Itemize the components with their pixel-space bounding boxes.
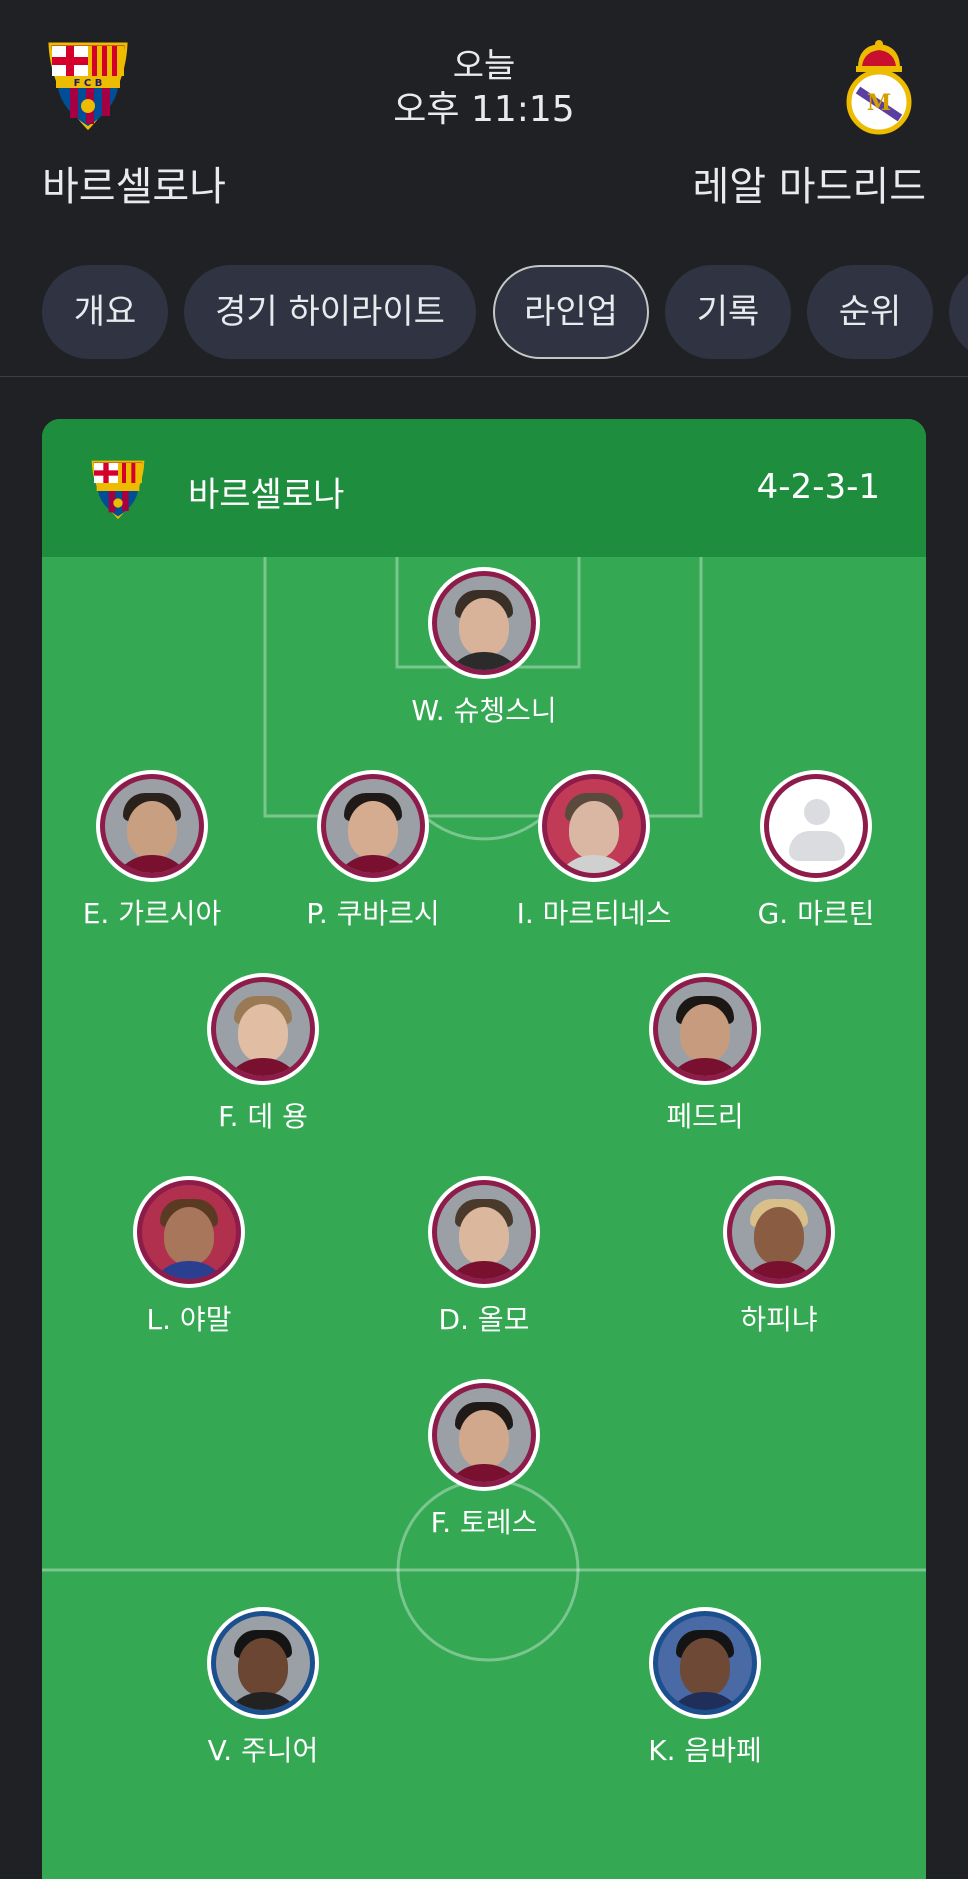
player-name: I. 마르티네스 (516, 897, 672, 930)
player-defender[interactable]: G. 마르틴 (686, 770, 926, 932)
player-placeholder-icon (760, 770, 872, 882)
player-attacking-midfielder[interactable]: 하피냐 (649, 1176, 909, 1338)
match-header: F C B 오늘 오후 11:15 M 바르셀로나 레알 마드리드 (0, 0, 968, 240)
away-team-name[interactable]: 레알 마드리드 (692, 154, 926, 212)
player-photo (207, 973, 319, 1085)
tab-standings[interactable]: 순위 (807, 265, 933, 359)
real-madrid-crest-icon[interactable]: M (844, 38, 914, 136)
tab-more[interactable] (949, 265, 968, 359)
player-photo (649, 1607, 761, 1719)
player-photo (133, 1176, 245, 1288)
player-name: V. 주니어 (207, 1734, 319, 1767)
player-name: G. 마르틴 (757, 897, 875, 930)
tab-lineup[interactable]: 라인업 (493, 265, 649, 359)
player-midfielder[interactable]: F. 데 용 (133, 973, 393, 1135)
player-name: D. 올모 (438, 1303, 530, 1336)
player-goalkeeper[interactable]: W. 슈쳉스니 (354, 567, 614, 729)
tab-match-highlights[interactable]: 경기 하이라이트 (184, 265, 476, 359)
player-name: 하피냐 (740, 1303, 818, 1336)
formation-label: 4-2-3-1 (756, 467, 880, 507)
player-photo (96, 770, 208, 882)
player-photo (723, 1176, 835, 1288)
player-defender[interactable]: I. 마르티네스 (464, 770, 724, 932)
player-opponent[interactable]: K. 음바페 (575, 1607, 835, 1769)
player-name: K. 음바페 (648, 1734, 762, 1767)
lineup-card-header: 바르셀로나 4-2-3-1 (42, 419, 926, 557)
player-photo (317, 770, 429, 882)
player-photo (649, 973, 761, 1085)
player-name: L. 야말 (146, 1303, 232, 1336)
player-midfielder[interactable]: 페드리 (575, 973, 835, 1135)
player-photo (538, 770, 650, 882)
lineup-team-name: 바르셀로나 (188, 475, 345, 515)
tab-overview[interactable]: 개요 (42, 265, 168, 359)
player-name: 페드리 (666, 1100, 744, 1133)
player-attacking-midfielder[interactable]: L. 야말 (59, 1176, 319, 1338)
player-opponent[interactable]: V. 주니어 (133, 1607, 393, 1769)
fc-barcelona-crest-icon (91, 460, 145, 519)
player-photo (207, 1607, 319, 1719)
player-attacking-midfielder[interactable]: D. 올모 (354, 1176, 614, 1338)
home-team-name[interactable]: 바르셀로나 (42, 154, 226, 212)
header-divider (0, 376, 968, 377)
svg-text:M: M (867, 90, 891, 116)
match-time: 오후 11:15 (393, 89, 575, 130)
player-photo (428, 1379, 540, 1491)
player-name: F. 데 용 (218, 1100, 308, 1133)
lineup-card: 바르셀로나 4-2-3-1 W. 슈쳉스니 E. 가르시아 P. 쿠바르시 I.… (42, 419, 926, 1879)
player-name: W. 슈쳉스니 (411, 694, 557, 727)
player-photo (428, 1176, 540, 1288)
pitch: W. 슈쳉스니 E. 가르시아 P. 쿠바르시 I. 마르티네스 G. 마르틴 … (42, 557, 926, 1879)
player-photo (428, 567, 540, 679)
player-name: F. 토레스 (430, 1506, 538, 1539)
player-striker[interactable]: F. 토레스 (354, 1379, 614, 1541)
tab-stats[interactable]: 기록 (665, 265, 791, 359)
tab-bar: 개요 경기 하이라이트 라인업 기록 순위 (0, 265, 968, 361)
